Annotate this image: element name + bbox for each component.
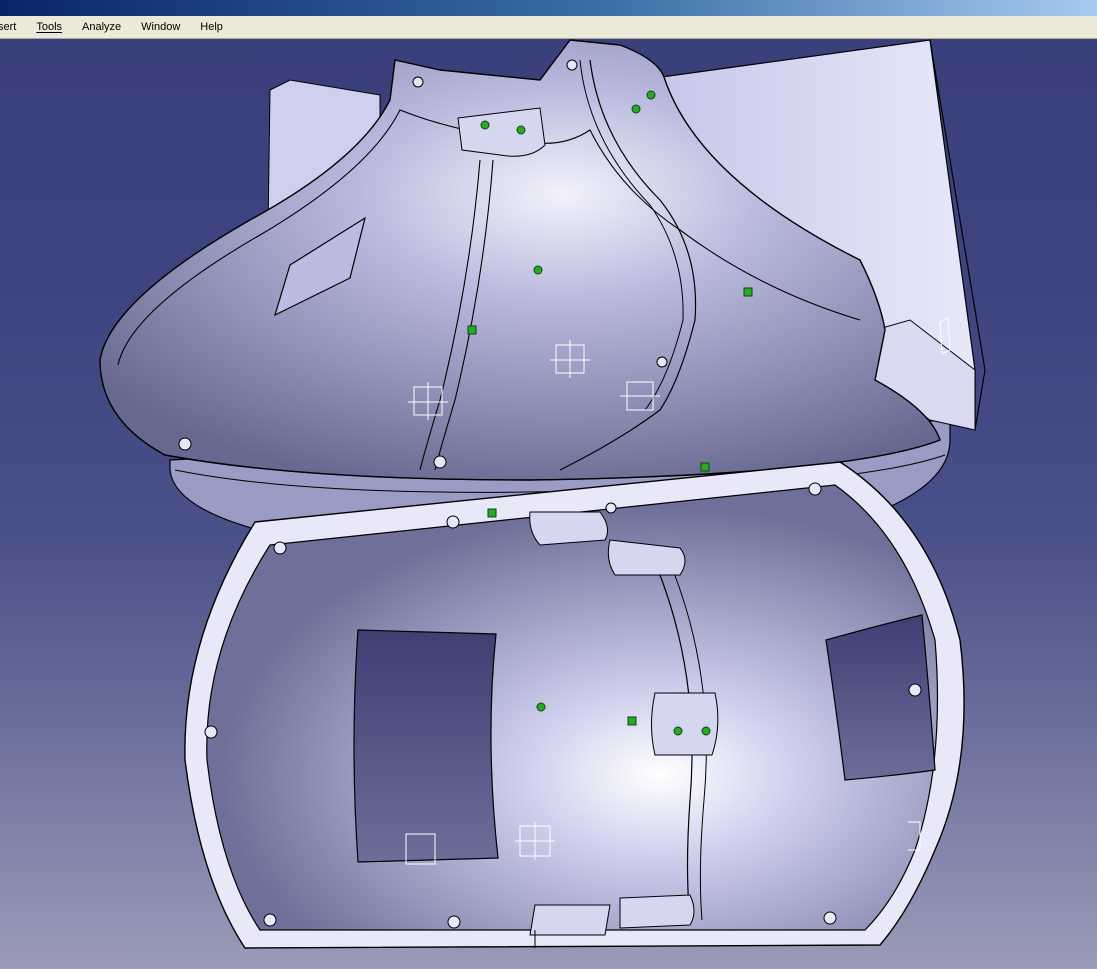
screw-boss [447, 915, 461, 929]
point-marker-circle[interactable] [646, 90, 656, 100]
lower-shell[interactable] [184, 461, 965, 949]
screw-boss [204, 725, 218, 739]
menu-analyze-label: Analyze [82, 21, 122, 33]
3d-viewport[interactable] [0, 38, 1097, 969]
lower-shell-right-opening [825, 614, 936, 781]
lower-shell-interior [206, 484, 939, 931]
screw-boss [808, 482, 822, 496]
point-marker-circle[interactable] [673, 726, 683, 736]
point-marker-circle[interactable] [701, 726, 711, 736]
point-marker-square[interactable] [467, 325, 477, 335]
menu-analyze[interactable]: Analyze [82, 21, 131, 33]
screw-boss [566, 59, 578, 71]
menu-tools-label: Tools [36, 21, 63, 33]
menu-insert-label: sert [0, 21, 17, 33]
screw-boss [605, 502, 617, 514]
lower-shell-left-opening [353, 629, 499, 863]
lower-hinge-bottom-right [619, 894, 695, 929]
lower-hinge-bottom-left [529, 904, 611, 936]
point-marker-circle[interactable] [536, 702, 546, 712]
point-marker-square[interactable] [627, 716, 637, 726]
screw-boss [823, 911, 837, 925]
menu-help[interactable]: Help [200, 21, 233, 33]
lower-hinge-mid [651, 692, 719, 756]
point-marker-circle[interactable] [516, 125, 526, 135]
menu-window[interactable]: Window [141, 21, 190, 33]
screw-boss [178, 437, 192, 451]
menu-tools[interactable]: Tools [36, 21, 72, 33]
screw-boss [433, 455, 447, 469]
cad-model-canvas[interactable] [0, 38, 1097, 969]
point-marker-circle[interactable] [631, 104, 641, 114]
point-marker-square[interactable] [487, 508, 497, 518]
menu-help-label: Help [200, 21, 223, 33]
screw-boss [656, 356, 668, 368]
point-marker-circle[interactable] [533, 265, 543, 275]
menu-insert[interactable]: sert [0, 21, 26, 33]
point-marker-square[interactable] [700, 462, 710, 472]
point-marker-circle[interactable] [480, 120, 490, 130]
screw-boss [273, 541, 287, 555]
screw-boss [908, 683, 922, 697]
screw-boss [263, 913, 277, 927]
point-marker-square[interactable] [743, 287, 753, 297]
screw-boss [412, 76, 424, 88]
lower-hinge-top-left [529, 511, 609, 546]
window-title-bar [0, 0, 1097, 16]
menu-bar: sert Tools Analyze Window Help [0, 16, 1097, 39]
menu-window-label: Window [141, 21, 181, 33]
screw-boss [446, 515, 460, 529]
